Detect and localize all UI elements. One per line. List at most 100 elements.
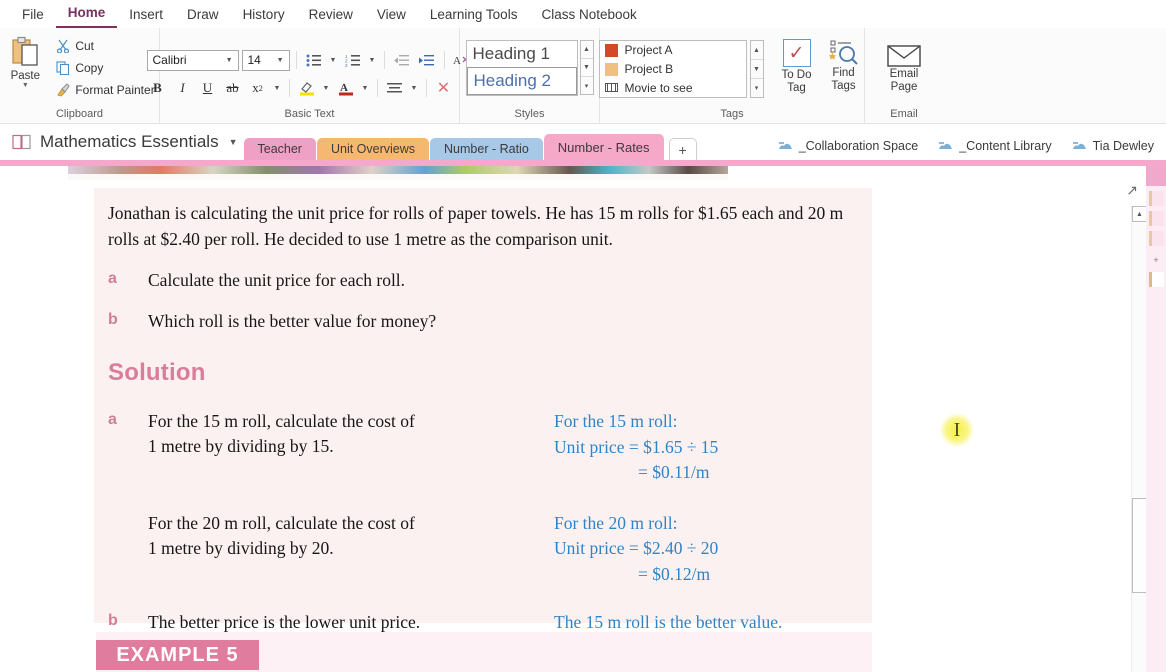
note-content-block[interactable]: Jonathan is calculating the unit price f… (94, 188, 872, 632)
tag-movie-label: Movie to see (624, 80, 693, 95)
underline-button[interactable]: U (197, 78, 219, 99)
solution-left-2: For the 20 m roll, calculate the cost of… (148, 511, 415, 588)
scroll-up-arrow-icon[interactable]: ▲ (1132, 206, 1147, 222)
delete-button[interactable]: ✕ (433, 78, 455, 99)
notebook-icon (12, 134, 31, 149)
styles-expand-icon[interactable]: ▾ (581, 77, 593, 94)
numbering-button[interactable]: 1 2 3 (342, 50, 364, 71)
ribbon-tab-draw[interactable]: Draw (175, 5, 231, 28)
add-section-button[interactable]: + (668, 138, 697, 160)
scrollbar-thumb[interactable] (1132, 498, 1147, 593)
ribbon-tab-review[interactable]: Review (297, 5, 365, 28)
numbering-dropdown[interactable]: ▼ (367, 50, 378, 71)
font-color-button[interactable]: A (335, 78, 357, 99)
chevron-down-icon[interactable]: ▼ (227, 137, 238, 147)
expand-page-icon[interactable]: ↗ (1126, 182, 1138, 199)
bold-button[interactable]: B (147, 78, 169, 99)
styles-group-label: Styles (514, 108, 545, 120)
cut-button[interactable]: Cut (53, 36, 157, 55)
styles-scroll-down-icon[interactable]: ▼ (580, 59, 593, 77)
question-text-a: Calculate the unit price for each roll. (148, 270, 406, 290)
align-dropdown[interactable]: ▼ (409, 78, 420, 99)
link-content-library-label: _Content Library (959, 139, 1052, 153)
ribbon-group-tags: Project A Project B Movie to see ▲ ▼ ▾ ✓… (598, 28, 866, 123)
svg-text:A: A (340, 82, 348, 94)
ribbon-tab-class-notebook[interactable]: Class Notebook (529, 5, 648, 28)
align-button[interactable] (384, 78, 406, 99)
solution-left-2-line2: 1 metre by dividing by 20. (148, 537, 334, 558)
page-list-item-selected[interactable] (1149, 272, 1164, 287)
example-5-block[interactable]: EXAMPLE 5 (96, 632, 872, 672)
link-tia-dewley[interactable]: Tia Dewley (1072, 139, 1154, 153)
style-heading-1[interactable]: Heading 1 (467, 41, 577, 67)
email-page-label-1: Email (889, 68, 919, 80)
font-color-dropdown[interactable]: ▼ (360, 78, 371, 99)
tag-project-a-label: Project A (624, 43, 673, 58)
section-tab-teacher[interactable]: Teacher (243, 138, 316, 160)
section-tab-number-rates[interactable]: Number - Rates (543, 134, 664, 160)
tags-gallery[interactable]: Project A Project B Movie to see (598, 40, 747, 98)
email-group-label: Email (890, 108, 918, 120)
ribbon-tab-history[interactable]: History (231, 5, 297, 28)
todo-tag-label-2: Tag (787, 82, 806, 94)
style-heading-2[interactable]: Heading 2 (466, 67, 577, 95)
email-page-button[interactable]: Email Page (878, 38, 930, 94)
add-page-button[interactable]: + (1149, 253, 1163, 267)
ribbon-tab-file[interactable]: File (10, 5, 56, 28)
subscript-dropdown[interactable]: ▼ (272, 78, 283, 99)
page-vertical-scrollbar[interactable]: ▲ (1131, 206, 1147, 672)
styles-gallery[interactable]: Heading 1 Heading 2 (465, 40, 578, 96)
tag-movie-to-see[interactable]: Movie to see (600, 78, 746, 97)
format-painter-button[interactable]: Format Painter (53, 80, 157, 99)
strikethrough-button[interactable]: ab (222, 78, 244, 99)
tags-scroll-down-icon[interactable]: ▼ (750, 60, 763, 79)
increase-indent-button[interactable] (416, 50, 438, 71)
find-tags-button[interactable]: Find Tags (822, 37, 866, 93)
styles-scroll-spinner[interactable]: ▲ ▼ ▾ (579, 40, 594, 95)
decrease-indent-button[interactable] (391, 50, 413, 71)
styles-scroll-up-icon[interactable]: ▲ (580, 41, 593, 59)
page-list-item[interactable] (1149, 211, 1164, 226)
paste-dropdown-caret[interactable]: ▼ (22, 82, 29, 89)
tag-project-b[interactable]: Project B (600, 60, 746, 79)
section-tab-number-ratio[interactable]: Number - Ratio (430, 138, 543, 160)
tag-project-a[interactable]: Project A (600, 41, 746, 60)
highlight-dropdown[interactable]: ▼ (321, 78, 332, 99)
font-name-combo[interactable]: Calibri ▼ (146, 49, 239, 71)
section-tab-unit-overviews[interactable]: Unit Overviews (316, 138, 430, 160)
copy-label: Copy (75, 60, 104, 75)
notebook-group-icon (939, 142, 953, 149)
notebook-group-icon (1072, 142, 1086, 149)
page-list-item[interactable] (1149, 231, 1164, 246)
font-size-combo[interactable]: 14 ▼ (241, 49, 290, 71)
paste-button[interactable]: Paste ▼ (1, 32, 49, 89)
page-list-panel[interactable]: + (1146, 166, 1166, 672)
subscript-button[interactable]: x2 (247, 78, 269, 99)
bullets-button[interactable] (303, 50, 325, 71)
link-collaboration-space[interactable]: _Collaboration Space (778, 139, 918, 153)
ribbon-tab-learning-tools[interactable]: Learning Tools (418, 5, 530, 28)
paste-icon (12, 36, 38, 66)
page-list-item[interactable] (1149, 191, 1164, 206)
link-content-library[interactable]: _Content Library (938, 139, 1052, 153)
ribbon-tab-insert[interactable]: Insert (117, 5, 175, 28)
divider (443, 51, 445, 69)
copy-button[interactable]: Copy (53, 58, 157, 77)
paste-label: Paste (10, 70, 41, 82)
tags-scroll-spinner[interactable]: ▲ ▼ ▾ (749, 40, 764, 98)
tags-expand-icon[interactable]: ▾ (751, 79, 763, 97)
ribbon-group-styles: Heading 1 Heading 2 ▲ ▼ ▾ Styles (460, 28, 600, 123)
solution-letter-2 (108, 511, 148, 588)
solution-left-a-line2: 1 metre by dividing by 15. (148, 436, 334, 456)
page-canvas[interactable]: ↗ Jonathan is calculating the unit price… (0, 166, 1166, 672)
italic-button[interactable]: I (172, 78, 194, 99)
highlight-button[interactable] (296, 78, 318, 99)
tags-group-label: Tags (720, 108, 744, 120)
todo-tag-button[interactable]: ✓ To Do Tag (775, 37, 819, 95)
solution-heading: Solution (108, 359, 206, 386)
bullets-dropdown[interactable]: ▼ (328, 50, 339, 71)
ribbon-tab-home[interactable]: Home (55, 3, 118, 28)
ribbon-tab-view[interactable]: View (365, 5, 418, 28)
tags-scroll-up-icon[interactable]: ▲ (750, 41, 763, 60)
notebook-title-button[interactable]: Mathematics Essentials ▼ (0, 132, 244, 160)
